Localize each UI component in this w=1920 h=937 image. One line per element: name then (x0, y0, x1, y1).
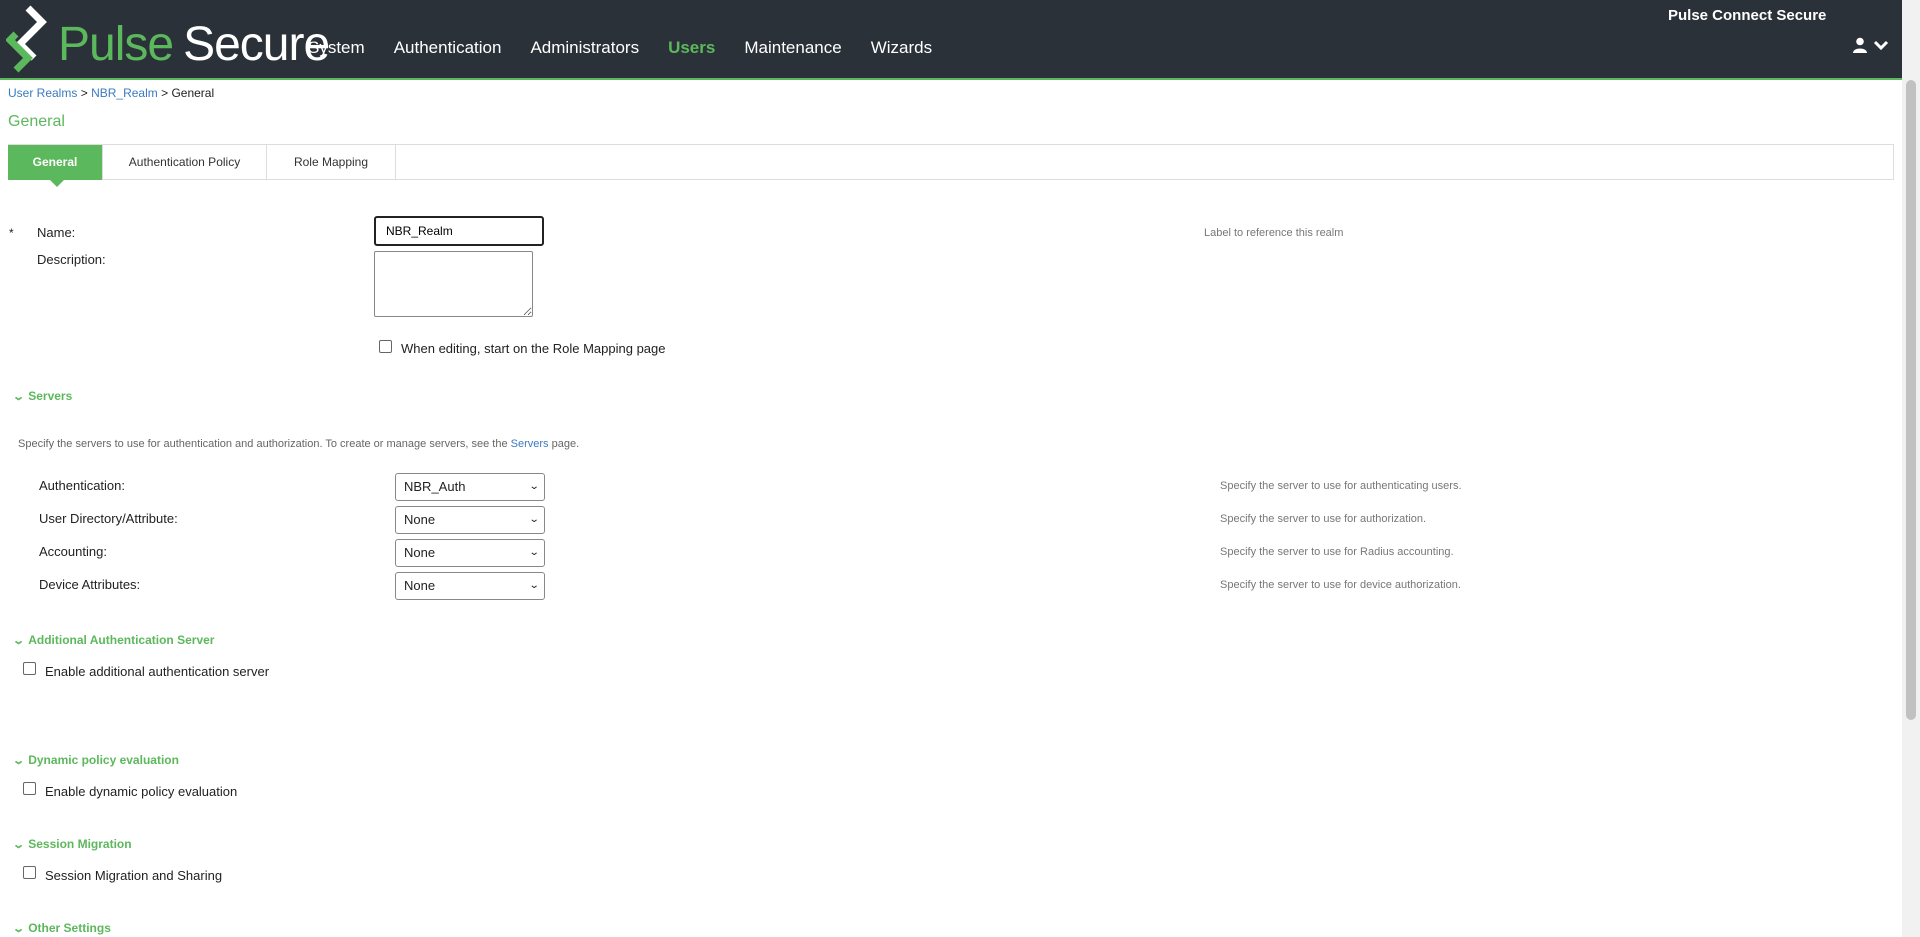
tab-authentication-policy[interactable]: Authentication Policy (103, 145, 267, 180)
chevron-down-icon (1873, 40, 1888, 51)
breadcrumb-separator: > (161, 86, 169, 100)
dynamic-policy-checkbox[interactable] (23, 782, 36, 795)
accounting-label: Accounting: (39, 544, 107, 559)
servers-intro-end: page. (551, 438, 580, 450)
authentication-server-select[interactable]: NBR_Auth ⌄ (395, 473, 545, 501)
chevron-down-icon: ⌄ (12, 923, 26, 935)
other-settings-section-title: Other Settings (28, 921, 111, 935)
tab-bar: General Authentication Policy Role Mappi… (8, 144, 1894, 187)
tab-role-mapping[interactable]: Role Mapping (267, 145, 396, 180)
session-migration-section-header[interactable]: ⌄ Session Migration (12, 837, 132, 851)
accounting-value: None (404, 545, 436, 560)
additional-auth-checkbox-label[interactable]: Enable additional authentication server (45, 664, 269, 679)
name-label: Name: (37, 225, 76, 240)
chevron-down-icon: ⌄ (528, 580, 540, 591)
nav-wizards[interactable]: Wizards (871, 38, 932, 58)
name-input[interactable] (374, 216, 544, 246)
authentication-server-value: NBR_Auth (404, 479, 466, 494)
dynamic-policy-checkbox-label[interactable]: Enable dynamic policy evaluation (45, 784, 237, 799)
description-label: Description: (37, 252, 106, 267)
additional-auth-section-title: Additional Authentication Server (28, 633, 215, 647)
servers-section-title: Servers (28, 389, 73, 403)
breadcrumb-nbr-realm[interactable]: NBR_Realm (91, 86, 158, 100)
dynamic-policy-section-title: Dynamic policy evaluation (28, 753, 179, 767)
nav-administrators[interactable]: Administrators (530, 38, 639, 58)
user-directory-value: None (404, 512, 436, 527)
name-hint: Label to reference this realm (1204, 227, 1344, 239)
product-name: Pulse Connect Secure (1668, 7, 1827, 24)
breadcrumb-separator: > (80, 86, 88, 100)
pulse-logo-icon (6, 5, 47, 73)
user-directory-hint: Specify the server to use for authorizat… (1220, 513, 1427, 525)
logo-wordmark: Pulse Secure (58, 17, 330, 72)
session-migration-checkbox[interactable] (23, 866, 36, 879)
accounting-hint: Specify the server to use for Radius acc… (1220, 546, 1454, 558)
user-menu-button[interactable] (1852, 37, 1889, 58)
device-attributes-select[interactable]: None ⌄ (395, 572, 545, 600)
servers-intro: Specify the servers to use for authentic… (18, 438, 579, 450)
user-directory-label: User Directory/Attribute: (39, 511, 178, 526)
servers-link[interactable]: Servers (511, 438, 549, 450)
logo-pulse-text: Pulse (58, 18, 174, 71)
additional-auth-section-header[interactable]: ⌄ Additional Authentication Server (12, 633, 215, 647)
main-nav: System Authentication Administrators Use… (308, 38, 961, 58)
pulse-secure-logo[interactable]: Pulse Secure (6, 4, 330, 76)
vertical-scrollbar[interactable] (1902, 0, 1920, 937)
session-migration-checkbox-label[interactable]: Session Migration and Sharing (45, 868, 222, 883)
device-attributes-label: Device Attributes: (39, 577, 141, 592)
breadcrumb-user-realms[interactable]: User Realms (8, 86, 77, 100)
breadcrumb: User Realms > NBR_Realm > General (8, 86, 214, 100)
breadcrumb-current: General (171, 86, 215, 100)
nav-system[interactable]: System (308, 38, 365, 58)
chevron-down-icon: ⌄ (12, 635, 26, 647)
description-textarea[interactable] (374, 251, 533, 317)
device-attributes-value: None (404, 578, 436, 593)
servers-section-header[interactable]: ⌄ Servers (12, 389, 73, 403)
chevron-down-icon: ⌄ (528, 547, 540, 558)
authentication-server-hint: Specify the server to use for authentica… (1220, 480, 1462, 492)
other-settings-section-header[interactable]: ⌄ Other Settings (12, 921, 111, 935)
device-attributes-hint: Specify the server to use for device aut… (1220, 579, 1461, 591)
nav-maintenance[interactable]: Maintenance (744, 38, 841, 58)
top-header: Pulse Secure System Authentication Admini… (0, 0, 1902, 80)
dynamic-policy-section-header[interactable]: ⌄ Dynamic policy evaluation (12, 753, 179, 767)
page-title: General (8, 113, 65, 130)
chevron-down-icon: ⌄ (12, 839, 26, 851)
role-mapping-checkbox-label[interactable]: When editing, start on the Role Mapping … (401, 341, 666, 356)
nav-authentication[interactable]: Authentication (394, 38, 502, 58)
user-icon (1853, 37, 1867, 53)
additional-auth-checkbox[interactable] (23, 662, 36, 675)
required-marker: * (9, 226, 14, 240)
chevron-down-icon: ⌄ (12, 391, 26, 403)
session-migration-section-title: Session Migration (28, 837, 132, 851)
chevron-down-icon: ⌄ (528, 514, 540, 525)
tab-general[interactable]: General (8, 145, 103, 187)
authentication-server-label: Authentication: (39, 478, 126, 493)
scrollbar-thumb[interactable] (1906, 80, 1916, 720)
role-mapping-checkbox[interactable] (379, 340, 392, 353)
chevron-down-icon: ⌄ (12, 755, 26, 767)
servers-intro-text: Specify the servers to use for authentic… (18, 438, 508, 450)
nav-users[interactable]: Users (668, 38, 715, 58)
user-directory-select[interactable]: None ⌄ (395, 506, 545, 534)
chevron-down-icon: ⌄ (528, 481, 540, 492)
accounting-select[interactable]: None ⌄ (395, 539, 545, 567)
